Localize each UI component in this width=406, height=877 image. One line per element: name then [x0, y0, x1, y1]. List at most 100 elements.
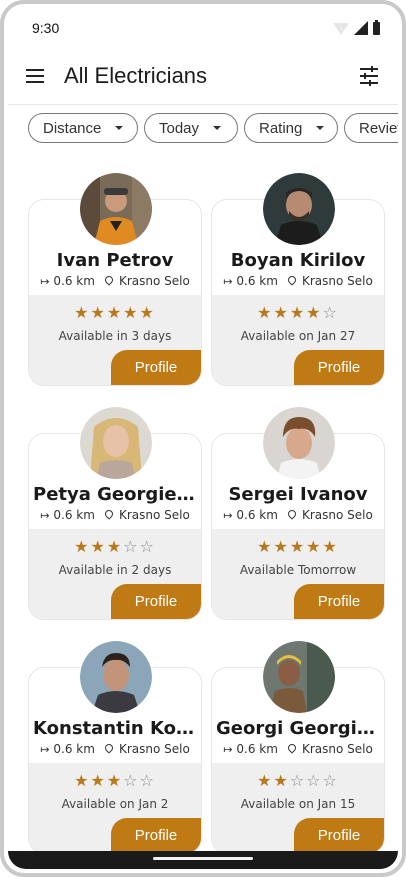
filter-chip-distance[interactable]: Distance — [28, 113, 138, 143]
profile-button[interactable]: Profile — [294, 584, 384, 619]
star-filled-icon: ★ — [273, 537, 290, 556]
star-empty-icon: ☆ — [306, 771, 323, 790]
distance-text: 0.6 km — [236, 508, 278, 522]
star-filled-icon: ★ — [74, 537, 91, 556]
distance-arrow-icon: ↦ — [223, 743, 233, 756]
avatar[interactable] — [263, 173, 335, 245]
star-filled-icon: ★ — [139, 303, 156, 322]
availability-text: Available in 2 days — [58, 563, 172, 577]
filter-chip-reviews[interactable]: Review — [344, 113, 398, 143]
home-handle[interactable] — [153, 857, 253, 860]
location-text: Krasno Selo — [301, 508, 373, 522]
location-text: Krasno Selo — [118, 274, 190, 288]
electrician-name: Ivan Petrov — [56, 250, 174, 271]
card-bottom: ★★★★☆ Available on Jan 27 Profile — [212, 295, 384, 385]
location-pin-icon — [286, 742, 298, 754]
distance-text: 0.6 km — [53, 508, 95, 522]
filter-chips: Distance Today Rating Review — [8, 105, 398, 143]
star-filled-icon: ★ — [106, 303, 124, 322]
battery-icon — [373, 19, 380, 35]
rating-stars: ★★★★★ — [212, 537, 384, 556]
avatar[interactable] — [263, 641, 335, 713]
star-filled-icon: ★ — [273, 303, 290, 322]
distance-arrow-icon: ↦ — [40, 275, 50, 288]
star-filled-icon: ★ — [106, 771, 124, 790]
electrician-name: Petya Georgieva — [33, 484, 201, 505]
hamburger-menu-icon[interactable] — [26, 69, 44, 83]
star-empty-icon: ☆ — [123, 537, 140, 556]
star-filled-icon: ★ — [257, 303, 274, 322]
caret-down-icon — [316, 126, 325, 130]
star-filled-icon: ★ — [74, 303, 91, 322]
status-icons — [333, 19, 380, 35]
star-empty-icon: ☆ — [289, 771, 307, 790]
app-bar: All Electricians — [8, 48, 398, 105]
filter-chip-rating[interactable]: Rating — [244, 113, 338, 143]
location-text: Krasno Selo — [118, 508, 190, 522]
star-filled-icon: ★ — [273, 771, 290, 790]
star-empty-icon: ☆ — [139, 771, 156, 790]
availability-text: Available in 3 days — [58, 329, 172, 343]
rating-stars: ★★★★★ — [29, 303, 201, 322]
star-filled-icon: ★ — [306, 303, 323, 322]
filter-chip-label: Review — [359, 119, 398, 137]
status-bar: 9:30 — [8, 8, 398, 48]
star-filled-icon: ★ — [257, 771, 274, 790]
filter-chip-today[interactable]: Today — [144, 113, 238, 143]
star-empty-icon: ☆ — [322, 771, 339, 790]
star-filled-icon: ★ — [90, 771, 107, 790]
profile-button[interactable]: Profile — [111, 350, 201, 385]
electrician-location-row: ↦ 0.6 km Krasno Selo — [29, 742, 201, 756]
distance-arrow-icon: ↦ — [223, 275, 233, 288]
profile-button[interactable]: Profile — [111, 818, 201, 853]
star-filled-icon: ★ — [74, 771, 91, 790]
filter-chip-label: Today — [159, 119, 200, 137]
avatar[interactable] — [80, 641, 152, 713]
card-bottom: ★★☆☆☆ Available on Jan 15 Profile — [212, 763, 384, 853]
rating-stars: ★★★★☆ — [212, 303, 384, 322]
wifi-icon — [333, 23, 349, 35]
electrician-location-row: ↦ 0.6 km Krasno Selo — [29, 274, 201, 288]
electrician-name: Georgi Georgiev — [216, 718, 381, 739]
location-pin-icon — [286, 508, 298, 520]
card-bottom: ★★★☆☆ Available on Jan 2 Profile — [29, 763, 201, 853]
star-filled-icon: ★ — [306, 537, 323, 556]
distance-text: 0.6 km — [236, 742, 278, 756]
filter-chip-label: Distance — [43, 119, 102, 137]
availability-text: Available on Jan 2 — [61, 797, 169, 811]
profile-button[interactable]: Profile — [294, 818, 384, 853]
star-filled-icon: ★ — [90, 303, 107, 322]
star-empty-icon: ☆ — [123, 771, 140, 790]
location-pin-icon — [103, 508, 115, 520]
screen: 9:30 All Electricians Distance Today Rat… — [8, 8, 398, 869]
availability-text: Available Tomorrow — [239, 563, 357, 577]
system-navigation-bar — [8, 851, 398, 869]
star-filled-icon: ★ — [90, 537, 107, 556]
rating-stars: ★★★☆☆ — [29, 537, 201, 556]
star-empty-icon: ☆ — [139, 537, 156, 556]
location-pin-icon — [103, 274, 115, 286]
filter-chip-label: Rating — [259, 119, 303, 137]
electrician-name: Boyan Kirilov — [230, 250, 366, 271]
electrician-location-row: ↦ 0.6 km Krasno Selo — [212, 274, 384, 288]
avatar[interactable] — [80, 407, 152, 479]
distance-text: 0.6 km — [53, 274, 95, 288]
star-filled-icon: ★ — [106, 537, 124, 556]
rating-stars: ★★☆☆☆ — [212, 771, 384, 790]
location-text: Krasno Selo — [301, 274, 373, 288]
availability-text: Available on Jan 27 — [240, 329, 356, 343]
avatar[interactable] — [263, 407, 335, 479]
star-filled-icon: ★ — [289, 537, 307, 556]
electrician-name: Konstantin Kons… — [33, 718, 201, 739]
profile-button[interactable]: Profile — [111, 584, 201, 619]
distance-arrow-icon: ↦ — [40, 743, 50, 756]
filter-settings-icon[interactable] — [358, 65, 380, 87]
card-bottom: ★★★★★ Available in 3 days Profile — [29, 295, 201, 385]
distance-arrow-icon: ↦ — [40, 509, 50, 522]
distance-arrow-icon: ↦ — [223, 509, 233, 522]
electrician-location-row: ↦ 0.6 km Krasno Selo — [212, 508, 384, 522]
profile-button[interactable]: Profile — [294, 350, 384, 385]
rating-stars: ★★★☆☆ — [29, 771, 201, 790]
avatar[interactable] — [80, 173, 152, 245]
location-pin-icon — [103, 742, 115, 754]
